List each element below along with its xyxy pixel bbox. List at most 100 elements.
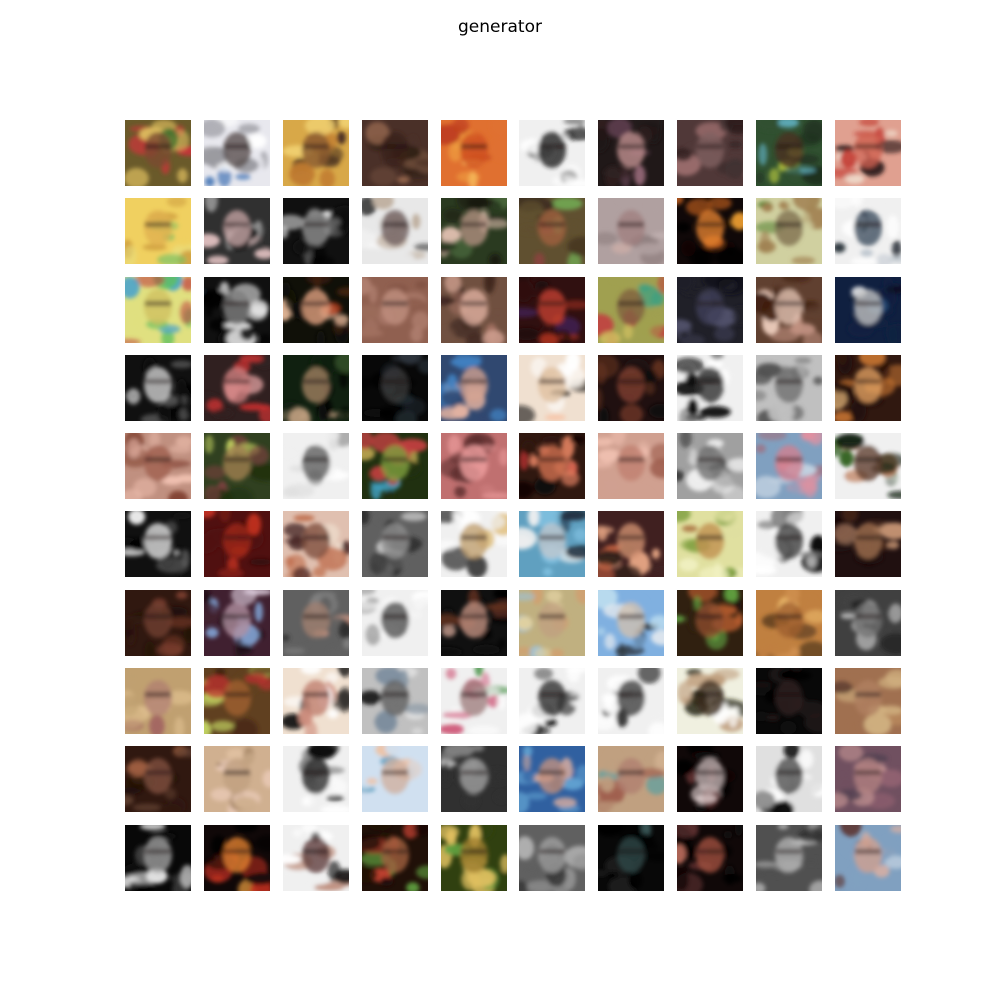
generated-sample-tile <box>125 668 191 735</box>
generated-sample-image <box>282 120 349 186</box>
generated-sample-tile <box>519 824 586 891</box>
generated-sample-tile <box>598 198 665 265</box>
generated-sample-image <box>756 668 823 735</box>
generated-sample-tile <box>677 824 744 891</box>
generated-sample-image <box>835 824 902 891</box>
generated-sample-image <box>203 668 270 735</box>
generated-sample-image <box>519 511 586 578</box>
generated-sample-image <box>440 276 507 343</box>
generated-sample-image <box>440 198 507 265</box>
generated-sample-tile <box>203 824 270 891</box>
generated-sample-image <box>835 276 902 343</box>
generated-sample-tile <box>361 589 428 656</box>
generated-sample-image <box>282 276 349 343</box>
generated-sample-tile <box>282 276 349 343</box>
generated-sample-tile <box>282 589 349 656</box>
generated-sample-image <box>756 354 823 421</box>
generated-sample-tile <box>598 668 665 735</box>
generated-sample-tile <box>440 120 507 186</box>
generated-sample-tile <box>519 354 586 421</box>
generated-sample-tile <box>282 433 349 500</box>
generated-sample-image <box>677 276 744 343</box>
generated-sample-image <box>125 198 191 265</box>
generated-sample-image <box>598 746 665 813</box>
generated-sample-tile <box>440 433 507 500</box>
generated-sample-tile <box>440 746 507 813</box>
generated-sample-tile <box>203 354 270 421</box>
generated-sample-image <box>677 433 744 500</box>
generated-sample-image <box>677 746 744 813</box>
generated-sample-image <box>361 668 428 735</box>
generated-sample-tile <box>756 120 823 186</box>
generated-sample-image <box>598 433 665 500</box>
generated-sample-image <box>440 120 507 186</box>
generated-sample-tile <box>519 120 586 186</box>
generated-sample-image <box>282 589 349 656</box>
generated-sample-image <box>756 511 823 578</box>
generated-sample-image <box>835 354 902 421</box>
generated-sample-tile <box>756 824 823 891</box>
generated-sample-image <box>203 511 270 578</box>
generated-sample-tile <box>756 354 823 421</box>
generated-sample-image <box>282 198 349 265</box>
generated-sample-image <box>756 824 823 891</box>
generated-sample-image <box>519 198 586 265</box>
generated-sample-image <box>203 354 270 421</box>
generated-sample-tile <box>282 198 349 265</box>
generated-sample-image <box>282 433 349 500</box>
generated-sample-tile <box>519 276 586 343</box>
generated-sample-image <box>835 589 902 656</box>
generated-sample-image <box>203 746 270 813</box>
generated-sample-tile <box>440 511 507 578</box>
generated-sample-tile <box>677 276 744 343</box>
generated-sample-tile <box>440 589 507 656</box>
generated-sample-tile <box>361 511 428 578</box>
generated-sample-image <box>440 824 507 891</box>
generated-sample-image <box>361 198 428 265</box>
generated-sample-image <box>203 198 270 265</box>
generated-sample-tile <box>519 746 586 813</box>
generated-sample-image <box>125 824 191 891</box>
generated-sample-image <box>282 511 349 578</box>
generated-sample-image <box>598 120 665 186</box>
generated-sample-tile <box>677 511 744 578</box>
generated-sample-tile <box>361 120 428 186</box>
generated-sample-image <box>756 433 823 500</box>
generated-sample-tile <box>677 589 744 656</box>
generated-sample-image <box>756 276 823 343</box>
generated-sample-image <box>677 668 744 735</box>
generated-sample-tile <box>282 120 349 186</box>
generated-sample-image <box>756 198 823 265</box>
generated-sample-tile <box>519 589 586 656</box>
generated-sample-image <box>361 433 428 500</box>
generated-sample-tile <box>835 433 902 500</box>
generated-sample-tile <box>125 589 191 656</box>
generated-sample-image <box>440 668 507 735</box>
generated-sample-tile <box>835 354 902 421</box>
generated-sample-tile <box>835 120 902 186</box>
generated-sample-tile <box>677 120 744 186</box>
generated-sample-image <box>677 354 744 421</box>
generated-sample-tile <box>835 824 902 891</box>
generated-sample-image <box>598 668 665 735</box>
generated-sample-image <box>835 198 902 265</box>
generated-sample-tile <box>677 354 744 421</box>
generated-sample-image <box>125 120 191 186</box>
generated-sample-image <box>361 824 428 891</box>
generated-sample-tile <box>835 511 902 578</box>
generated-sample-image <box>361 276 428 343</box>
generated-sample-image <box>282 668 349 735</box>
generated-sample-tile <box>125 198 191 265</box>
generated-sample-tile <box>519 511 586 578</box>
figure-title: generator <box>458 17 542 37</box>
generated-sample-image <box>125 354 191 421</box>
generated-sample-tile <box>203 746 270 813</box>
generated-sample-image <box>598 824 665 891</box>
generated-sample-tile <box>519 668 586 735</box>
generated-sample-tile <box>282 511 349 578</box>
generated-sample-image <box>677 824 744 891</box>
generated-sample-tile <box>282 668 349 735</box>
generated-sample-image <box>835 668 902 735</box>
generated-sample-image <box>125 589 191 656</box>
generated-sample-tile <box>598 589 665 656</box>
